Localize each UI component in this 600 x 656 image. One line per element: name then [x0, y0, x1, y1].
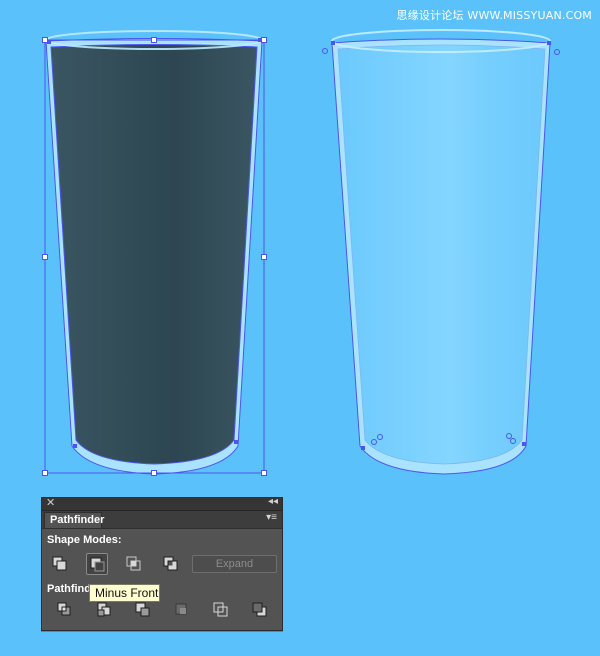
double-chevron-left-icon[interactable]: ◂◂	[268, 496, 278, 507]
expand-button[interactable]: Expand	[192, 555, 277, 573]
unite-button[interactable]	[49, 553, 71, 575]
panel-title-bar[interactable]: ✕ ◂◂	[42, 496, 282, 511]
divide-button[interactable]	[54, 599, 76, 621]
tooltip-minus-front: Minus Front	[89, 584, 160, 602]
panel-menu-icon[interactable]: ▾≡	[266, 512, 277, 523]
crop-icon	[175, 603, 187, 615]
divide-icon	[57, 602, 71, 616]
left-cup-dark-fill[interactable]	[50, 44, 258, 465]
minus-front-icon	[90, 557, 105, 572]
exclude-button[interactable]	[160, 553, 182, 575]
intersect-button[interactable]	[123, 553, 145, 575]
right-cup-group[interactable]	[322, 29, 560, 475]
artboard-canvas[interactable]	[0, 0, 600, 490]
trim-button[interactable]	[94, 599, 116, 621]
outline-button[interactable]	[210, 599, 232, 621]
minus-front-button[interactable]	[86, 553, 108, 575]
crop-button[interactable]	[171, 599, 193, 621]
right-cup-glass-fill[interactable]	[337, 44, 546, 465]
shape-modes-label: Shape Modes:	[47, 534, 122, 546]
intersect-icon	[126, 556, 141, 571]
left-cup-group[interactable]	[42, 30, 267, 476]
minus-back-icon	[252, 602, 267, 617]
trim-icon	[97, 602, 111, 617]
outline-icon	[213, 602, 228, 617]
exclude-icon	[163, 556, 178, 571]
merge-icon	[135, 602, 150, 617]
pathfinder-panel: ✕ ◂◂ Pathfinder ▾≡ Shape Modes: Expand P…	[41, 496, 283, 631]
unite-icon	[52, 556, 67, 571]
close-icon[interactable]: ✕	[46, 496, 55, 509]
minus-back-button[interactable]	[249, 599, 271, 621]
panel-tab-row: Pathfinder ▾≡	[42, 511, 282, 529]
tab-pathfinder[interactable]: Pathfinder	[44, 512, 104, 528]
pathfinders-label: Pathfind	[47, 583, 91, 595]
merge-button[interactable]	[132, 599, 154, 621]
watermark-text: 思缘设计论坛 WWW.MISSYUAN.COM	[396, 9, 592, 22]
